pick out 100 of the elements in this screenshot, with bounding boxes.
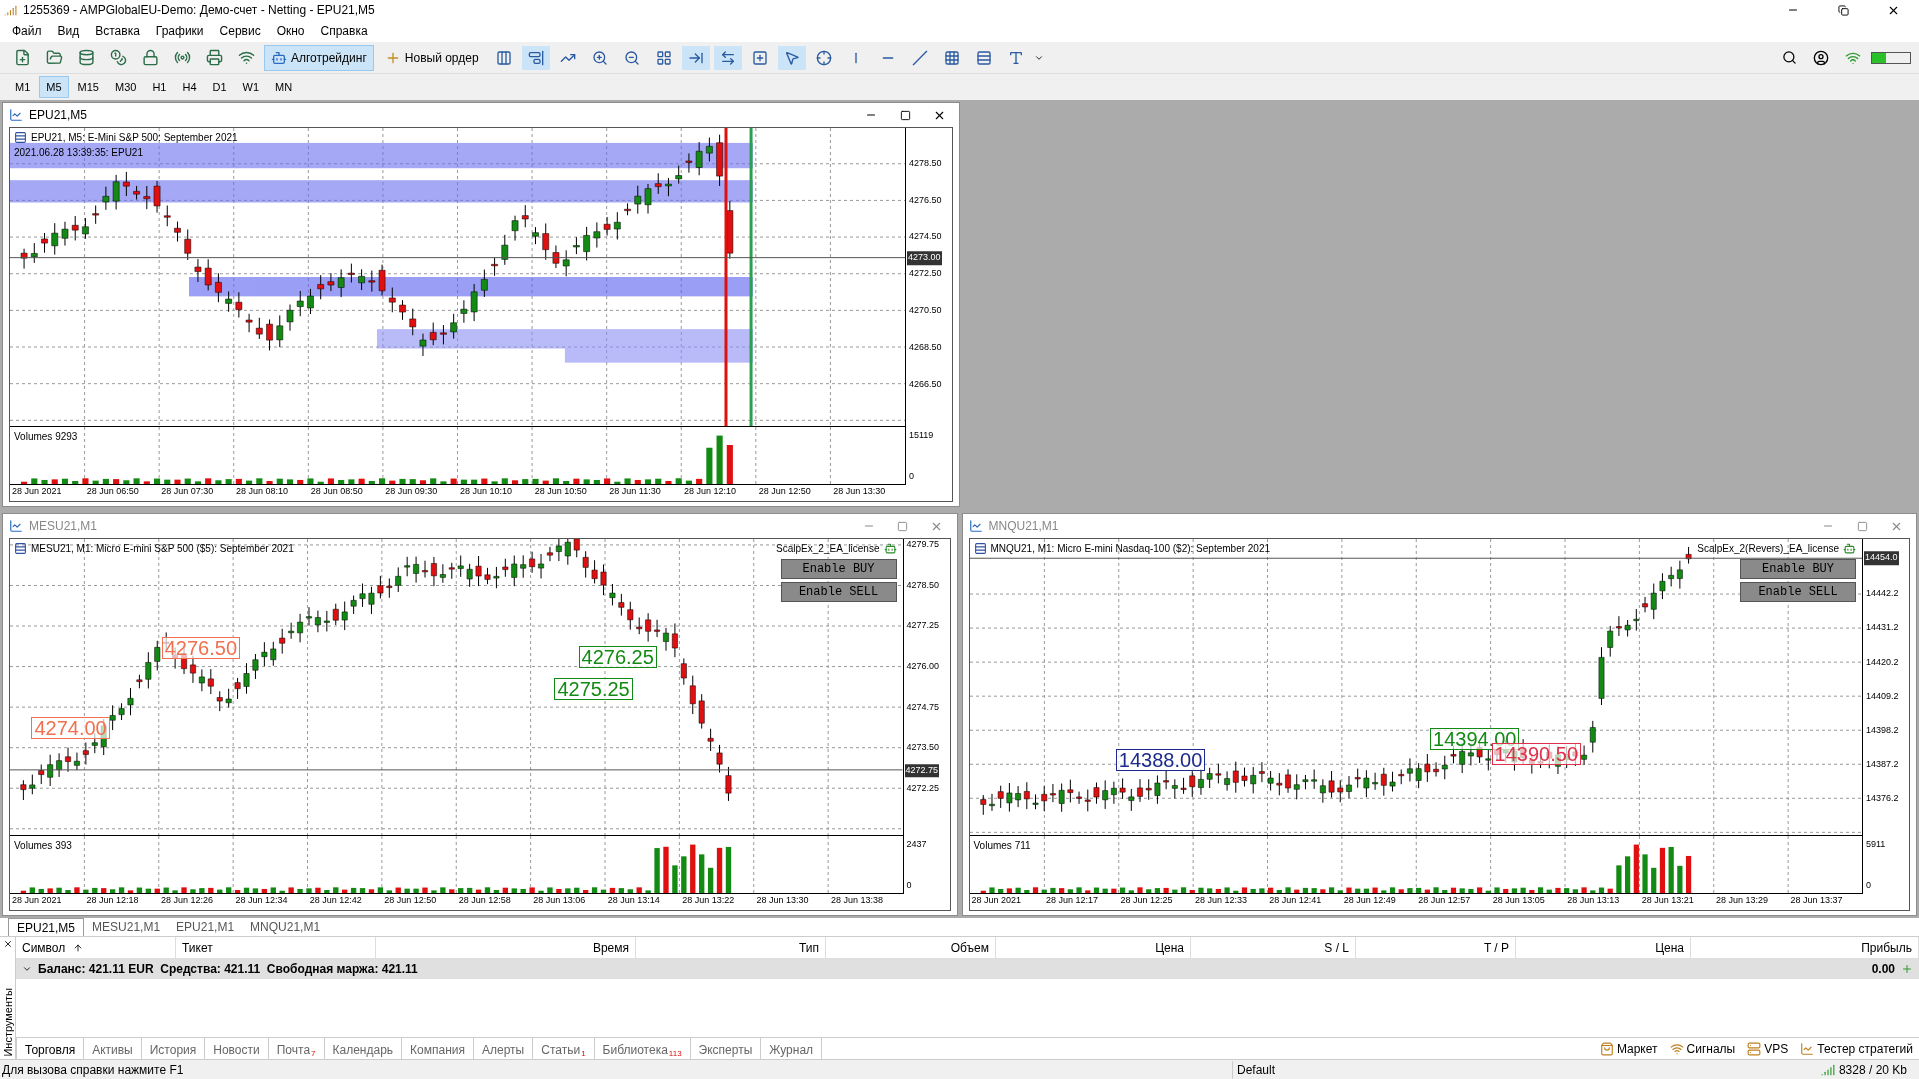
chart-tab[interactable]: MNQU21,M1 xyxy=(242,918,329,936)
time-axis-label: 28 Jun 12:50 xyxy=(757,485,812,498)
chart-tab[interactable]: EPU21,M1 xyxy=(168,918,243,936)
chart-window-title: MNQU21,M1 xyxy=(988,518,1059,535)
price-axis-label: 4276.50 xyxy=(909,193,942,207)
chart-symbol-info: MESU21, M1: Micro E-mini S&P 500 ($5): September 2021 xyxy=(31,542,294,556)
column-header[interactable]: Тикет xyxy=(176,937,376,958)
column-header[interactable]: Цена xyxy=(1516,937,1691,958)
toolbox-tab[interactable]: Алерты xyxy=(474,1037,534,1060)
toolbox-tab[interactable]: Календарь xyxy=(324,1037,403,1060)
crosshair-icon[interactable] xyxy=(815,49,832,66)
toolbox-link[interactable]: Тестер стратегий xyxy=(1794,1039,1919,1058)
toolbox-tab[interactable]: Активы xyxy=(84,1037,142,1060)
robot-icon[interactable] xyxy=(271,49,287,66)
close-icon[interactable] xyxy=(2,939,13,949)
chart-tab[interactable]: MESU21,M1 xyxy=(84,918,169,936)
expert-toggle-button[interactable]: Enable SELL xyxy=(780,582,897,602)
signal-icon[interactable] xyxy=(1669,1041,1684,1056)
toolbox-tab[interactable]: Торговля xyxy=(16,1037,85,1060)
toolbar-icon-button[interactable] xyxy=(777,45,806,70)
column-header[interactable]: T / P xyxy=(1356,937,1516,958)
timeframe-button[interactable]: M1 xyxy=(8,76,38,98)
time-axis-label: 28 Jun 06:50 xyxy=(85,485,140,498)
tile-windows-icon[interactable] xyxy=(655,49,672,66)
menu-item[interactable]: Графики xyxy=(147,22,212,40)
toolbox-link[interactable]: VPS xyxy=(1741,1039,1795,1058)
toolbar-icon-button[interactable] xyxy=(521,45,550,70)
price-axis-label: 4273.50 xyxy=(906,741,940,755)
text-icon[interactable] xyxy=(1007,49,1024,66)
time-axis-label: 28 Jun 2021 xyxy=(11,485,63,498)
printer-icon[interactable] xyxy=(205,49,223,66)
column-header[interactable]: Тип xyxy=(636,937,826,958)
folder-icon[interactable] xyxy=(45,49,63,66)
column-header[interactable]: Символ xyxy=(16,937,176,958)
bag-icon[interactable] xyxy=(1599,1041,1614,1056)
window-title: 1255369 - AMPGlobalEU-Demo: Демо-счет - Netting - EPU21,M5 xyxy=(23,2,375,19)
timeframe-button[interactable]: M30 xyxy=(107,76,144,98)
zoom-out-icon[interactable] xyxy=(623,49,640,66)
toolbar-icon-button[interactable] xyxy=(681,45,710,70)
price-axis-label: 4279.75 xyxy=(906,538,940,552)
volumes-label: Volumes 9293 xyxy=(14,430,78,444)
column-header[interactable]: Объем xyxy=(826,937,996,958)
collapse-icon[interactable] xyxy=(22,964,32,974)
toolbox-tab[interactable]: Журнал xyxy=(761,1037,823,1060)
timeframe-button[interactable]: M5 xyxy=(39,76,69,98)
menu-item[interactable]: Вид xyxy=(49,22,88,40)
database-icon[interactable] xyxy=(77,49,95,66)
expert-toggle-button[interactable]: Enable BUY xyxy=(1740,559,1856,579)
menu-item[interactable]: Вставка xyxy=(87,22,148,40)
broadcast-icon[interactable] xyxy=(173,49,191,66)
column-header[interactable]: Время xyxy=(376,937,636,958)
toolbox-link[interactable]: Сигналы xyxy=(1663,1039,1742,1058)
price-axis-label: 4278.50 xyxy=(909,157,942,171)
chart-tab[interactable]: EPU21,M5 xyxy=(8,918,85,936)
menu-item[interactable]: Окно xyxy=(268,22,313,40)
toolbar-button[interactable]: Алготрейдинг xyxy=(264,44,374,71)
account-icon[interactable] xyxy=(1813,49,1829,66)
coins-icon[interactable] xyxy=(109,49,127,66)
toolbox-side-label: Инструменты xyxy=(0,988,15,1057)
toolbar-icon-button[interactable] xyxy=(713,45,742,70)
toolbox-tab[interactable]: История xyxy=(141,1037,206,1060)
cursor-icon[interactable] xyxy=(783,49,800,66)
timeframe-button[interactable]: M15 xyxy=(70,76,106,98)
toolbox-tab[interactable]: Компания xyxy=(402,1037,474,1060)
price-axis-label: 14431.2 xyxy=(1866,621,1899,635)
column-header[interactable]: Цена xyxy=(996,937,1191,958)
menu-item[interactable]: Справка xyxy=(312,22,376,40)
timeframe-button[interactable]: D1 xyxy=(205,76,234,98)
timeframe-button[interactable]: W1 xyxy=(235,76,267,98)
column-header[interactable]: Прибыль xyxy=(1691,937,1919,958)
toolbox-tab[interactable]: Новости xyxy=(205,1037,269,1060)
time-axis-label: 28 Jun 13:06 xyxy=(532,894,587,907)
menu-item[interactable]: Сервис xyxy=(211,22,269,40)
search-icon[interactable] xyxy=(1782,50,1797,65)
price-label: 14388.00 xyxy=(1115,749,1206,772)
trend-line-icon[interactable] xyxy=(911,49,928,66)
maximize-icon[interactable] xyxy=(899,109,911,121)
signal-icon[interactable] xyxy=(237,49,255,66)
toolbar-button[interactable]: Новый ордер xyxy=(377,44,486,71)
price-axis-label: 4266.50 xyxy=(909,377,942,391)
expert-toggle-button[interactable]: Enable BUY xyxy=(780,559,897,579)
status-help-text: Для вызова справки нажмите F1 xyxy=(2,1061,185,1079)
toolbox-tab[interactable]: Эксперты xyxy=(690,1037,762,1060)
current-price-label: 4273.00 xyxy=(907,251,942,265)
zoom-in-icon[interactable] xyxy=(591,49,608,66)
chart-line-icon[interactable] xyxy=(1800,1041,1815,1056)
expert-toggle-button[interactable]: Enable SELL xyxy=(1740,582,1856,602)
timeframe-button[interactable]: H4 xyxy=(175,76,204,98)
timeframe-button[interactable]: H1 xyxy=(145,76,174,98)
new-chart-icon[interactable] xyxy=(13,49,31,66)
price-axis-label: 14420.2 xyxy=(1866,655,1899,669)
column-header[interactable]: S / L xyxy=(1191,937,1356,958)
lock-icon[interactable] xyxy=(141,49,159,66)
time-axis-label: 28 Jun 10:10 xyxy=(459,485,514,498)
menu-item[interactable]: Файл xyxy=(4,22,50,40)
balance-row[interactable]: Баланс: 421.11 EUR Средства: 421.11 Свободная маржа: 421.11 0.00 xyxy=(16,959,1919,979)
server-icon[interactable] xyxy=(1747,1041,1762,1056)
restore-icon[interactable] xyxy=(1837,4,1849,16)
toolbox-link[interactable]: Маркет xyxy=(1593,1039,1664,1058)
timeframe-button[interactable]: MN xyxy=(268,76,300,98)
